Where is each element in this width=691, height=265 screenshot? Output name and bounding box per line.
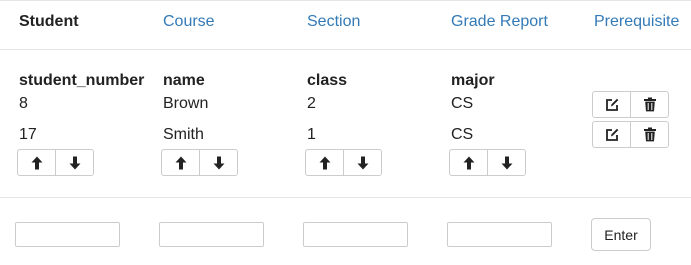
column-header-class: class	[307, 72, 348, 89]
cell-student-number: 8	[19, 95, 28, 112]
arrow-down-icon	[213, 156, 225, 170]
header-divider	[0, 49, 691, 50]
sort-buttons-class	[305, 149, 382, 176]
tab-grade-report[interactable]: Grade Report	[451, 12, 548, 32]
arrow-down-icon	[501, 156, 513, 170]
sort-descending-button[interactable]	[199, 149, 238, 176]
sort-descending-button[interactable]	[487, 149, 526, 176]
major-input[interactable]	[447, 222, 552, 247]
sort-buttons-name	[161, 149, 238, 176]
sort-ascending-button[interactable]	[161, 149, 200, 176]
arrow-down-icon	[357, 156, 369, 170]
arrow-up-icon	[175, 156, 187, 170]
tab-prerequisite[interactable]: Prerequisite	[594, 12, 679, 32]
cell-class: 1	[307, 126, 316, 143]
edit-icon	[605, 98, 619, 112]
cell-major: CS	[451, 95, 474, 112]
cell-student-number: 17	[19, 126, 37, 143]
column-header-student-number: student_number	[19, 72, 145, 89]
sort-descending-button[interactable]	[343, 149, 382, 176]
trash-icon	[643, 127, 657, 142]
row-actions	[592, 121, 669, 148]
trash-icon	[643, 97, 657, 112]
cell-major: CS	[451, 126, 474, 143]
row-actions	[592, 91, 669, 118]
arrow-down-icon	[69, 156, 81, 170]
edit-button[interactable]	[592, 121, 631, 148]
sort-buttons-major	[449, 149, 526, 176]
arrow-up-icon	[319, 156, 331, 170]
cell-name: Brown	[163, 95, 209, 112]
enter-button[interactable]: Enter	[591, 218, 651, 251]
cell-class: 2	[307, 95, 316, 112]
student-number-input[interactable]	[15, 222, 120, 247]
delete-button[interactable]	[630, 91, 669, 118]
sort-descending-button[interactable]	[55, 149, 94, 176]
sort-ascending-button[interactable]	[17, 149, 56, 176]
form-divider	[0, 197, 691, 198]
cell-name: Smith	[163, 126, 204, 143]
edit-button[interactable]	[592, 91, 631, 118]
top-divider	[0, 0, 691, 1]
tab-section[interactable]: Section	[307, 12, 360, 32]
sort-ascending-button[interactable]	[305, 149, 344, 176]
name-input[interactable]	[159, 222, 264, 247]
column-header-major: major	[451, 72, 495, 89]
tab-student[interactable]: Student	[19, 12, 79, 32]
sort-ascending-button[interactable]	[449, 149, 488, 176]
column-header-name: name	[163, 72, 205, 89]
sort-buttons-student-number	[17, 149, 94, 176]
delete-button[interactable]	[630, 121, 669, 148]
tab-course[interactable]: Course	[163, 12, 215, 32]
arrow-up-icon	[463, 156, 475, 170]
edit-icon	[605, 128, 619, 142]
arrow-up-icon	[31, 156, 43, 170]
class-input[interactable]	[303, 222, 408, 247]
